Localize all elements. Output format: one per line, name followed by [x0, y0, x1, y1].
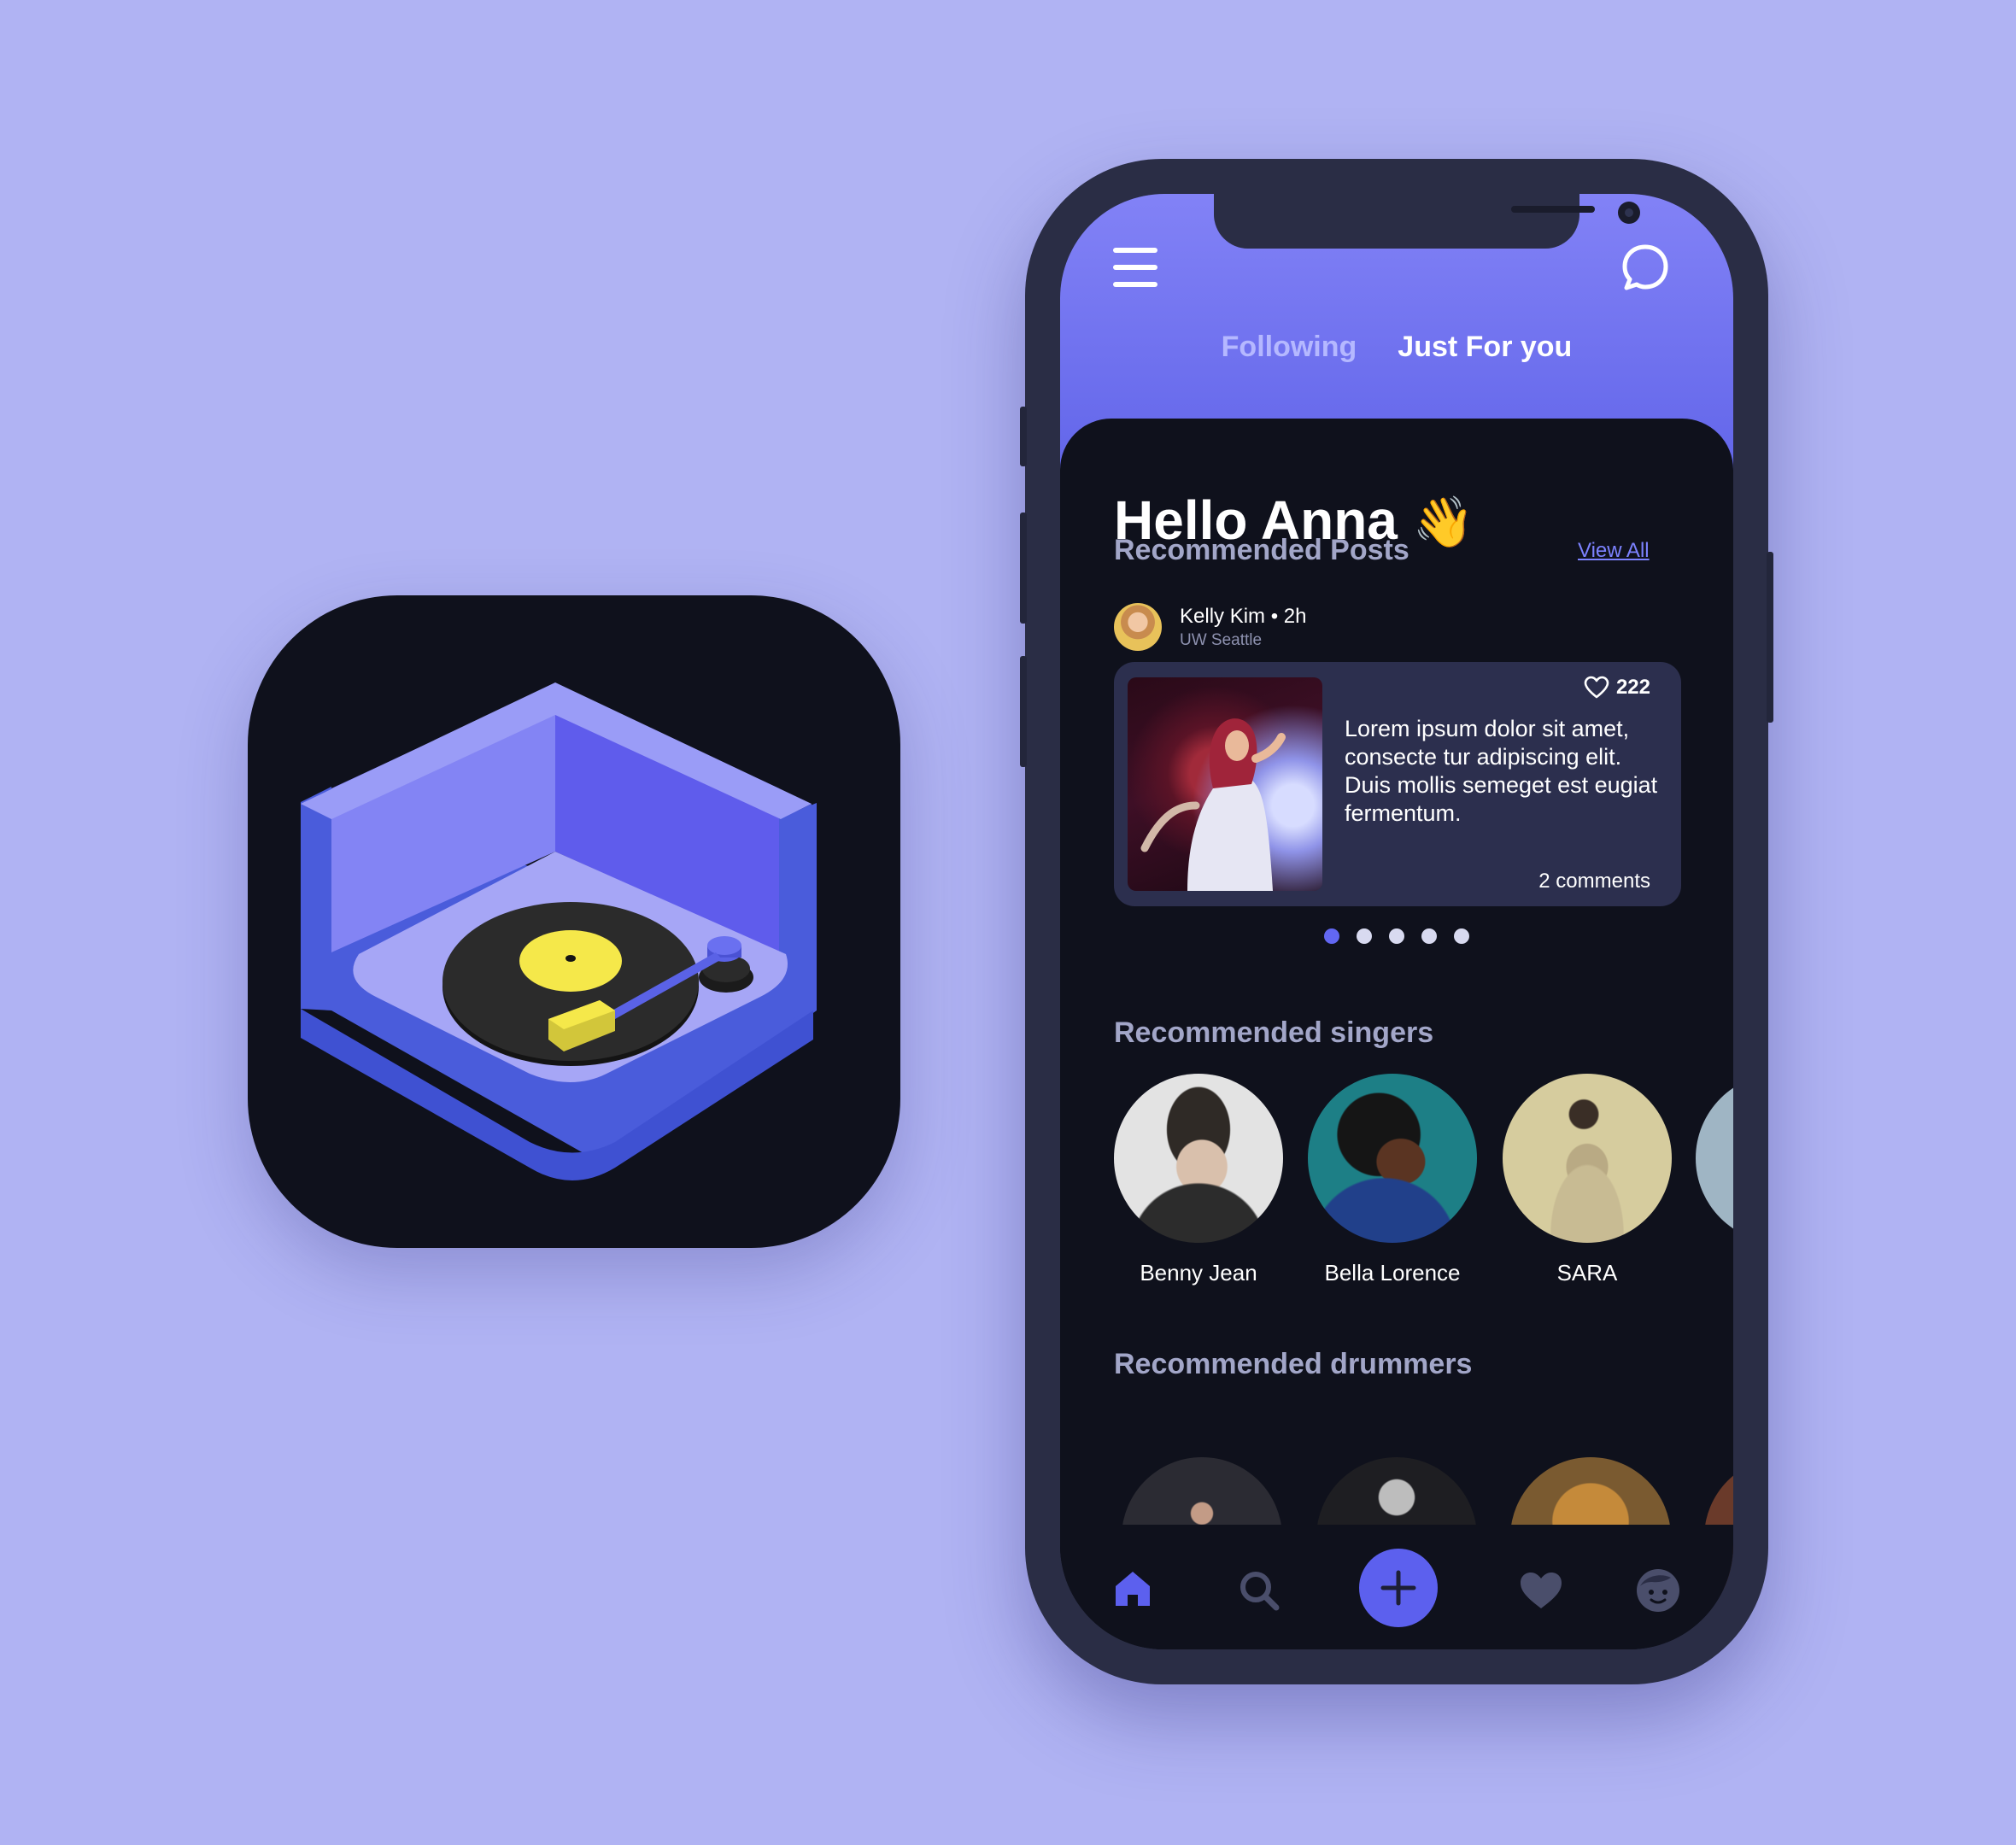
phone-power-button	[1767, 552, 1773, 723]
recommended-singers-title: Recommended singers	[1114, 1016, 1434, 1049]
turntable-illustration	[301, 682, 817, 1180]
singer-card[interactable]: Benny Jean	[1113, 1074, 1284, 1286]
singer-card[interactable]: Bella Lorence	[1307, 1074, 1478, 1286]
speaker	[1511, 206, 1595, 213]
post-author-name[interactable]: Kelly Kim • 2h	[1180, 605, 1306, 629]
phone-volume-up	[1020, 512, 1027, 624]
post-likes-count: 222	[1615, 676, 1650, 699]
singer-avatar[interactable]	[1503, 1074, 1672, 1243]
notch	[1214, 194, 1640, 249]
carousel-dot-4[interactable]	[1421, 928, 1437, 944]
camera	[1618, 202, 1640, 224]
post-text: Lorem ipsum dolor sit amet, consecte tur…	[1345, 716, 1658, 826]
singer-card[interactable]: SARA	[1502, 1074, 1673, 1286]
recommended-drummers-title: Recommended drummers	[1114, 1348, 1473, 1380]
add-icon	[1380, 1570, 1416, 1606]
profile-icon[interactable]	[1635, 1567, 1681, 1614]
post-author-location: UW Seattle	[1180, 631, 1263, 649]
carousel-dot-2[interactable]	[1357, 928, 1372, 944]
search-icon[interactable]	[1238, 1569, 1281, 1612]
waving-hand-emoji: 👋	[1412, 495, 1474, 550]
recommended-posts-title: Recommended Posts	[1114, 534, 1409, 566]
carousel-dot-5[interactable]	[1454, 928, 1469, 944]
singer-name: Bella Lorence	[1324, 1260, 1461, 1286]
post-likes[interactable]: 222	[1584, 676, 1650, 700]
singer-avatar[interactable]	[1114, 1074, 1283, 1243]
view-all-link[interactable]: View All	[1578, 539, 1650, 563]
singer-card-partial[interactable]	[1696, 1074, 1733, 1243]
app-icon-turntable	[248, 595, 900, 1248]
add-button[interactable]	[1359, 1549, 1438, 1627]
hamburger-menu-icon[interactable]	[1113, 248, 1157, 287]
phone-frame: Following Just For you Hello Anna 👋 Reco…	[1020, 159, 1773, 1684]
home-icon[interactable]	[1113, 1569, 1152, 1608]
feed-tabs: Following Just For you	[1060, 331, 1733, 364]
carousel-dots	[1060, 928, 1733, 946]
tab-just-for-you[interactable]: Just For you	[1398, 331, 1572, 364]
main-content: Hello Anna 👋 Recommended Posts View All …	[1060, 419, 1733, 1649]
carousel-dot-3[interactable]	[1389, 928, 1404, 944]
phone-volume-down	[1020, 656, 1027, 767]
carousel-dot-1[interactable]	[1324, 928, 1339, 944]
post-comments-link[interactable]: 2 comments	[1538, 870, 1650, 893]
singer-avatar[interactable]	[1696, 1074, 1733, 1243]
chat-bubble-icon[interactable]	[1620, 242, 1671, 293]
tab-following[interactable]: Following	[1222, 331, 1357, 364]
heart-outline-icon[interactable]	[1584, 676, 1609, 700]
singer-avatar[interactable]	[1308, 1074, 1477, 1243]
post-card[interactable]: 222 Lorem ipsum dolor sit amet, consecte…	[1114, 662, 1681, 906]
phone-mute-switch	[1020, 407, 1027, 466]
author-avatar[interactable]	[1114, 603, 1162, 651]
phone-screen: Following Just For you Hello Anna 👋 Reco…	[1060, 194, 1733, 1649]
singer-performing-illustration	[1140, 718, 1286, 891]
bottom-navigation	[1060, 1525, 1733, 1649]
post-image[interactable]	[1128, 677, 1322, 891]
singer-name: Benny Jean	[1140, 1260, 1257, 1286]
singer-name: SARA	[1556, 1260, 1618, 1286]
heart-icon[interactable]	[1519, 1571, 1563, 1610]
